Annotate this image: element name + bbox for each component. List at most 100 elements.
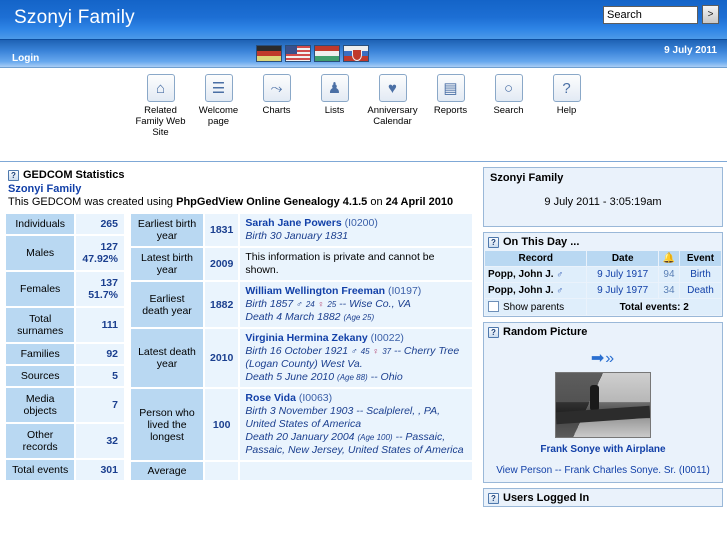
event-line: Death 20 January 2004 (Age 100) -- Passa… (245, 431, 463, 456)
record-label: Latest death year (131, 329, 203, 387)
random-picture-image[interactable] (555, 372, 651, 438)
search-input[interactable] (603, 5, 698, 24)
toolbar-item-label: Charts (262, 105, 291, 116)
toolbar-item-anniversary[interactable]: ♥ Anniversary Calendar (364, 74, 422, 127)
stat-value: 127 47.92% (76, 236, 124, 271)
toolbar-item-charts[interactable]: ⤳ Charts (248, 74, 306, 116)
event-text: Birth 3 November 1903 -- Scalplerel, , P… (245, 405, 441, 430)
column-header[interactable]: Date (587, 251, 658, 266)
person-xref: (I0063) (298, 392, 333, 404)
event-place: -- Ohio (370, 371, 403, 383)
table-row: Popp, John J. ♂ 9 July 1917 94 Birth (485, 267, 721, 282)
event-date: 9 July 1977 (587, 283, 658, 298)
stat-value: 301 (76, 459, 124, 480)
random-picture-caption[interactable]: Frank Sonye with Airplane (484, 444, 722, 455)
on-this-day-panel: ? On This Day ... Record Date 🔔 Event Popp,… (483, 232, 723, 317)
counts-table: Individuals 265 Males 127 47.92% Females 137 51… (4, 212, 126, 482)
next-picture-arrows[interactable]: ➡» (484, 348, 722, 368)
main-toolbar: ⌂ Related Family Web Site ☰ Welcome page ⤳ Ch… (0, 68, 727, 162)
toolbar-item-label: Welcome page (198, 105, 239, 127)
record-detail: Sarah Jane Powers (I0200) Birth 30 Januar… (240, 214, 473, 246)
table-row: Earliest death year 1882 William Wellingto… (131, 282, 473, 327)
search-submit-button[interactable]: > (702, 5, 719, 24)
statistics-tables: Individuals 265 Males 127 47.92% Females 137 51… (4, 212, 478, 482)
event-text: Death 20 January 2004 (245, 431, 355, 443)
toolbar-item-help[interactable]: ? Help (538, 74, 596, 116)
stat-label: Families (6, 343, 75, 364)
question-icon[interactable]: ? (8, 169, 19, 181)
toolbar-item-welcome[interactable]: ☰ Welcome page (190, 74, 248, 127)
question-icon[interactable]: ? (488, 492, 499, 504)
record-detail: Virginia Hermina Zekany (I0022) Birth 16 … (240, 329, 473, 387)
view-person-link[interactable]: View Person -- Frank Charles Sonye. Sr. … (484, 465, 722, 476)
column-header[interactable]: Event (679, 251, 721, 266)
person-name: Popp, John J. (488, 285, 554, 296)
desc-mid: on (367, 196, 386, 208)
desc-prefix: This GEDCOM was created using (8, 196, 177, 208)
bell-icon[interactable]: 🔔 (658, 251, 679, 266)
event-text: Birth 30 January 1831 (245, 230, 349, 242)
stat-label: Total surnames (6, 307, 75, 342)
random-picture-title: ? Random Picture (484, 323, 722, 340)
event-text: Death 4 March 1882 (245, 311, 341, 323)
toolbar-item-reports[interactable]: ▤ Reports (422, 74, 480, 116)
stat-value: 92 (76, 343, 124, 364)
right-column: Szonyi Family 9 July 2011 - 3:05:19am ? … (483, 167, 723, 545)
record-name[interactable]: Popp, John J. ♂ (485, 267, 587, 282)
record-label: Earliest death year (131, 282, 203, 327)
welcome-title: Szonyi Family (490, 172, 564, 184)
male-symbol: ♂ (351, 346, 358, 356)
stat-value: 137 51.7% (76, 272, 124, 306)
question-icon[interactable]: ? (488, 236, 499, 248)
stat-label: Media objects (6, 388, 75, 422)
gedcom-title-text: GEDCOM Statistics (23, 169, 125, 181)
age-at-event: (Age 100) (357, 433, 393, 442)
father-age: 45 (360, 347, 370, 356)
stat-value: 265 (76, 214, 124, 235)
person-name-link[interactable]: Rose Vida (245, 392, 296, 404)
login-link[interactable]: Login (12, 53, 39, 64)
stat-label: Females (6, 272, 75, 306)
hungary-flag[interactable] (314, 45, 340, 62)
toolbar-item-search[interactable]: ○ Search (480, 74, 538, 116)
usa-flag[interactable] (285, 45, 311, 62)
show-parents-checkbox[interactable] (488, 301, 499, 312)
welcome-block-panel: Szonyi Family 9 July 2011 - 3:05:19am (483, 167, 723, 227)
calendar-heart-icon: ♥ (378, 74, 407, 102)
male-symbol: ♂ (556, 285, 564, 295)
german-flag[interactable] (256, 45, 282, 62)
table-row: Average (131, 462, 473, 480)
person-name-link[interactable]: Sarah Jane Powers (245, 217, 341, 229)
table-row: Person who lived the longest 100 Rose Vida… (131, 389, 473, 460)
record-name[interactable]: Popp, John J. ♂ (485, 283, 587, 298)
table-row: Latest death year 2010 Virginia Hermina Ze… (131, 329, 473, 387)
event-line: Death 4 March 1882 (Age 25) (245, 311, 374, 323)
table-row: Females 137 51.7% (6, 272, 124, 306)
toolbar-item-related[interactable]: ⌂ Related Family Web Site (132, 74, 190, 138)
person-name-link[interactable]: William Wellington Freeman (245, 285, 385, 297)
person-name-link[interactable]: Virginia Hermina Zekany (245, 332, 367, 344)
list-lines-icon: ☰ (204, 74, 233, 102)
question-icon[interactable]: ? (488, 326, 499, 338)
person-icon: ♟ (320, 74, 349, 102)
table-footer-row: Show parents Total events: 2 (485, 299, 721, 315)
anniversary-age: 34 (658, 283, 679, 298)
toolbar-item-label: Search (493, 105, 524, 116)
slovakia-flag[interactable] (343, 45, 369, 62)
table-row: Other records 32 (6, 423, 124, 458)
toolbar-item-lists[interactable]: ♟ Lists (306, 74, 364, 116)
toolbar-item-label: Help (556, 105, 577, 116)
show-parents-cell[interactable]: Show parents (485, 299, 587, 315)
person-name: Popp, John J. (488, 269, 554, 280)
column-header[interactable]: Record (485, 251, 587, 266)
gedcom-family-link[interactable]: Szonyi Family (4, 181, 478, 196)
male-symbol: ♂ (296, 299, 303, 309)
event-text: Birth 1857 (245, 298, 294, 310)
desc-date: 24 April 2010 (385, 196, 454, 208)
table-row: Sources 5 (6, 365, 124, 387)
welcome-timestamp: 9 July 2011 - 3:05:19am (544, 196, 662, 208)
record-label: Person who lived the longest (131, 389, 203, 460)
on-this-day-table: Record Date 🔔 Event Popp, John J. ♂ 9 July 1… (484, 250, 722, 316)
record-label: Average (131, 462, 203, 480)
record-value (205, 462, 239, 480)
